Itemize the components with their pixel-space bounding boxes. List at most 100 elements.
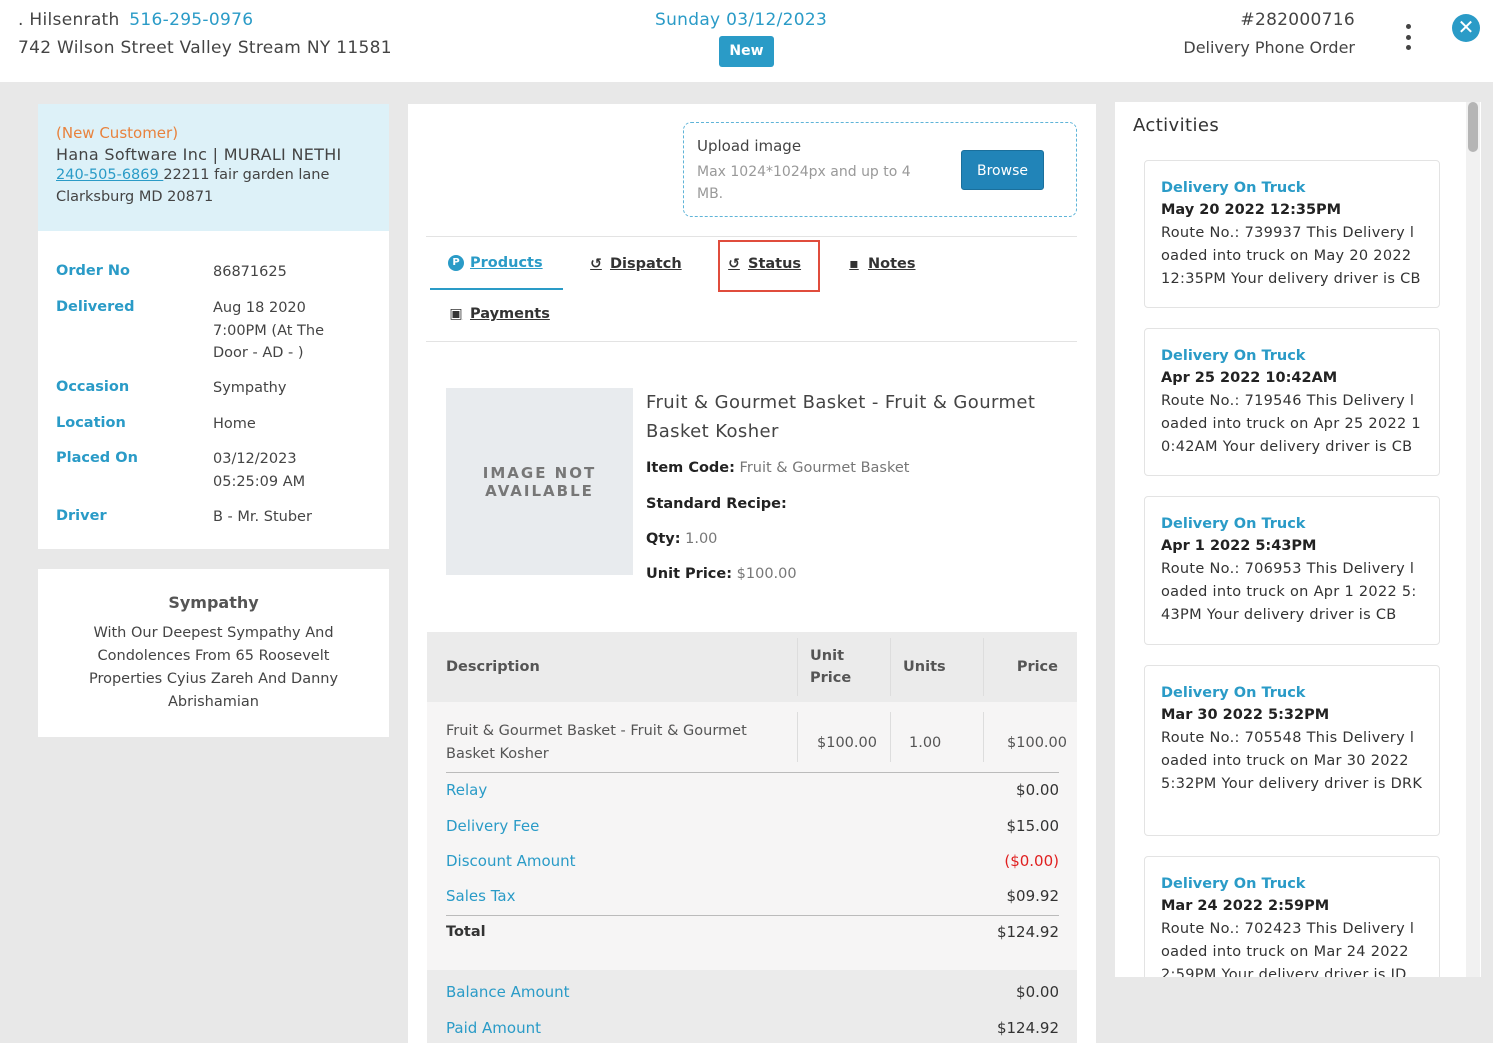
tab-dispatch-label: Dispatch [610,256,682,272]
table-header: Description Unit Price Units Price [427,632,1077,702]
sales-tax-label: Sales Tax [446,887,516,905]
col-unit-price: Unit Price [810,648,852,686]
location-label: Location [56,415,126,431]
item-code-value: Fruit & Gourmet Basket [739,460,910,476]
delivery-fee-label: Delivery Fee [446,817,540,835]
row-description: Fruit & Gourmet Basket - Fruit & Gourmet… [446,723,747,762]
row-separator [446,772,1059,773]
order-info-panel: Order No 86871625 Delivered Aug 18 2020 … [38,231,389,549]
divider [426,341,1077,342]
column-divider [797,638,798,696]
activity-heading: Delivery On Truck [1161,685,1306,701]
product-image-placeholder: IMAGE NOT AVAILABLE [446,388,633,575]
column-divider [890,638,891,696]
standard-recipe: Standard Recipe: [646,496,787,512]
unit-price-value: $100.00 [736,566,797,582]
divider [426,236,1077,237]
activity-item: Delivery On Truck May 20 2022 12:35PM Ro… [1144,160,1440,308]
money-icon: ▣ [449,306,463,322]
column-divider [983,638,984,696]
item-code: Item Code: Fruit & Gourmet Basket [646,460,909,476]
delivered-label: Delivered [56,299,135,315]
column-divider [983,712,984,762]
unit-price: Unit Price: $100.00 [646,566,797,582]
browse-button[interactable]: Browse [961,150,1044,190]
tab-status[interactable]: ↺ Status [726,256,801,272]
active-tab-indicator [430,288,563,290]
activity-text: Route No.: 702423 This Delivery loaded i… [1161,921,1415,977]
activity-date: Apr 25 2022 10:42AM [1161,370,1338,386]
customer-address-line1: 22211 fair garden lane [163,167,330,183]
balance-value: $0.00 [1016,983,1059,1001]
order-no-label: Order No [56,263,130,279]
order-detail-panel: Upload image Max 1024*1024px and up to 4… [408,104,1096,1043]
occasion-label: Occasion [56,379,130,395]
upload-image-dropzone[interactable]: Upload image Max 1024*1024px and up to 4… [683,122,1077,217]
activity-heading: Delivery On Truck [1161,180,1306,196]
discount-value: ($0.00) [1004,852,1059,870]
upload-hint: Max 1024*1024px and up to 4 MB. [697,164,911,202]
placed-on-label: Placed On [56,450,138,466]
header-phone-link[interactable]: 516-295-0976 [129,10,253,30]
new-customer-tag: (New Customer) [56,124,179,142]
header-address: 742 Wilson Street Valley Stream NY 11581 [18,38,392,58]
header-date: Sunday 03/12/2023 [655,10,828,30]
activities-panel[interactable]: Activities Delivery On Truck May 20 2022… [1115,102,1481,977]
occasion-value: Sympathy [213,380,287,396]
close-icon[interactable]: ✕ [1452,14,1480,42]
delivery-fee-value: $15.00 [1006,817,1060,835]
driver-label: Driver [56,508,107,524]
scrollbar-thumb[interactable] [1468,102,1478,152]
standard-recipe-label: Standard Recipe: [646,496,787,512]
item-code-label: Item Code: [646,460,735,476]
kebab-menu-icon[interactable] [1400,24,1416,50]
quantity: Qty: 1.00 [646,531,717,547]
paid-value: $124.92 [996,1019,1059,1037]
row-units: 1.00 [909,735,942,751]
product-title: Fruit & Gourmet Basket - Fruit & Gourmet… [646,392,1036,442]
product-icon: P [448,255,464,271]
tab-dispatch[interactable]: ↺ Dispatch [588,256,682,272]
customer-phone-link[interactable]: 240-505-6869 [56,167,163,183]
relay-label: Relay [446,781,488,799]
upload-title: Upload image [697,137,802,155]
tab-notes[interactable]: ▪ Notes [846,256,915,272]
card-message-panel: Sympathy With Our Deepest Sympathy And C… [38,569,389,737]
table-body: Fruit & Gourmet Basket - Fruit & Gourmet… [427,702,1077,970]
header-customer-name: . Hilsenrath [18,10,120,30]
history-icon: ↺ [728,256,740,272]
delivered-value: Aug 18 2020 7:00PM (At The Door - AD - ) [213,300,325,361]
tab-payments[interactable]: ▣ Payments [448,306,549,322]
location-value: Home [213,416,256,432]
unit-price-label: Unit Price: [646,566,733,582]
total-label: Total [446,924,486,940]
paid-label: Paid Amount [446,1019,541,1037]
sales-tax-value: $09.92 [1006,887,1060,905]
activity-date: Mar 30 2022 5:32PM [1161,707,1330,723]
relay-value: $0.00 [1016,781,1059,799]
activity-date: May 20 2022 12:35PM [1161,202,1342,218]
activities-title: Activities [1133,115,1220,136]
activity-item: Delivery On Truck Apr 25 2022 10:42AM Ro… [1144,328,1440,476]
activity-text: Route No.: 739937 This Delivery loaded i… [1161,225,1421,287]
order-type: Delivery Phone Order [1183,38,1355,57]
qty-label: Qty: [646,531,681,547]
row-unit-price: $100.00 [817,735,877,751]
customer-panel: (New Customer) Hana Software Inc | MURAL… [38,104,389,231]
tab-products-label: Products [470,255,543,271]
status-badge: New [719,36,774,67]
activity-text: Route No.: 705548 This Delivery loaded i… [1161,730,1423,792]
activity-text: Route No.: 719546 This Delivery loaded i… [1161,393,1421,455]
activity-date: Mar 24 2022 2:59PM [1161,898,1330,914]
activity-date: Apr 1 2022 5:43PM [1161,538,1317,554]
col-units: Units [903,659,946,675]
order-number: #282000716 [1240,10,1355,30]
column-divider [797,712,798,762]
activity-item: Delivery On Truck Mar 24 2022 2:59PM Rou… [1144,856,1440,977]
order-header: . Hilsenrath 516-295-0976 742 Wilson Str… [0,0,1493,82]
activities-scrollbar[interactable] [1466,102,1480,977]
history-icon: ↺ [590,256,602,272]
total-value: $124.92 [996,923,1059,941]
tab-products[interactable]: P Products [448,255,543,271]
qty-value: 1.00 [685,531,718,547]
